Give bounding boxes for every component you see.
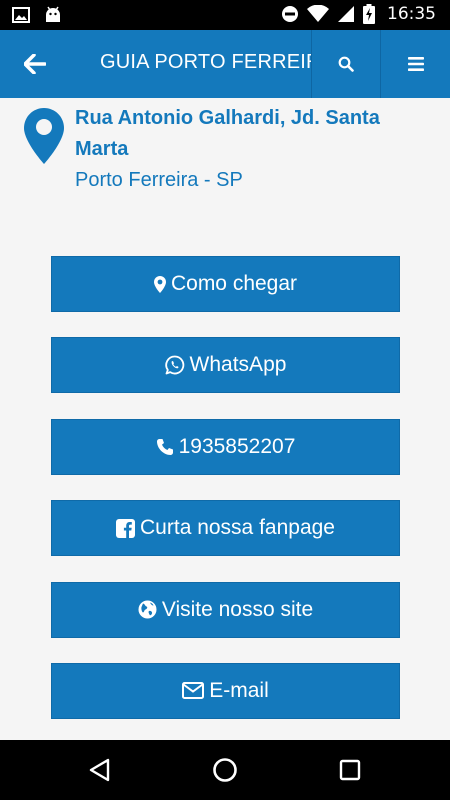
android-icon [46, 6, 60, 22]
nav-back-button[interactable] [83, 754, 117, 786]
battery-charging-icon [363, 4, 375, 24]
menu-icon [407, 57, 424, 71]
app-bar: GUIA PORTO FERREIRA [0, 30, 450, 98]
email-button[interactable]: E-mail [51, 662, 400, 719]
system-nav-bar [0, 740, 450, 800]
website-label: Visite nosso site [161, 597, 314, 621]
search-button[interactable] [311, 30, 381, 98]
nav-back-icon [89, 758, 110, 782]
status-bar: 16:35 [0, 0, 450, 30]
map-marker-icon [24, 108, 64, 164]
nav-home-icon [213, 758, 237, 782]
website-button[interactable]: Visite nosso site [51, 581, 400, 638]
facebook-icon [116, 518, 136, 538]
phone-icon [156, 438, 174, 456]
envelope-icon [182, 682, 205, 700]
menu-button[interactable] [381, 30, 450, 98]
app-title: GUIA PORTO FERREIRA [100, 51, 312, 73]
arrow-left-icon [24, 54, 46, 74]
nav-home-button[interactable] [208, 753, 242, 787]
whatsapp-icon [164, 355, 185, 375]
directions-button[interactable]: Como chegar [51, 256, 400, 312]
image-icon [12, 7, 30, 23]
clock: 16:35 [387, 4, 436, 24]
map-marker-icon [153, 275, 166, 293]
back-button[interactable] [0, 30, 70, 98]
email-label: E-mail [209, 678, 269, 702]
nav-recents-icon [339, 759, 361, 781]
facebook-button[interactable]: Curta nossa fanpage [51, 500, 400, 557]
whatsapp-button[interactable]: WhatsApp [51, 337, 400, 394]
directions-label: Como chegar [170, 272, 298, 295]
wifi-icon [307, 5, 329, 22]
do-not-disturb-icon [282, 6, 298, 22]
fanpage-label: Curta nossa fanpage [140, 516, 335, 540]
signal-icon [338, 6, 354, 22]
phone-button[interactable]: 1935852207 [51, 418, 400, 475]
address-city: Porto Ferreira - SP [75, 169, 243, 191]
action-list: Como chegar WhatsApp 1935852207 Curta no… [51, 256, 400, 744]
whatsapp-label: WhatsApp [189, 353, 287, 377]
phone-label: 1935852207 [178, 434, 296, 458]
nav-recents-button[interactable] [333, 754, 367, 786]
address-street: Rua Antonio Galhardi, Jd. Santa Marta [75, 107, 380, 160]
globe-icon [138, 600, 157, 619]
search-icon [338, 56, 354, 72]
